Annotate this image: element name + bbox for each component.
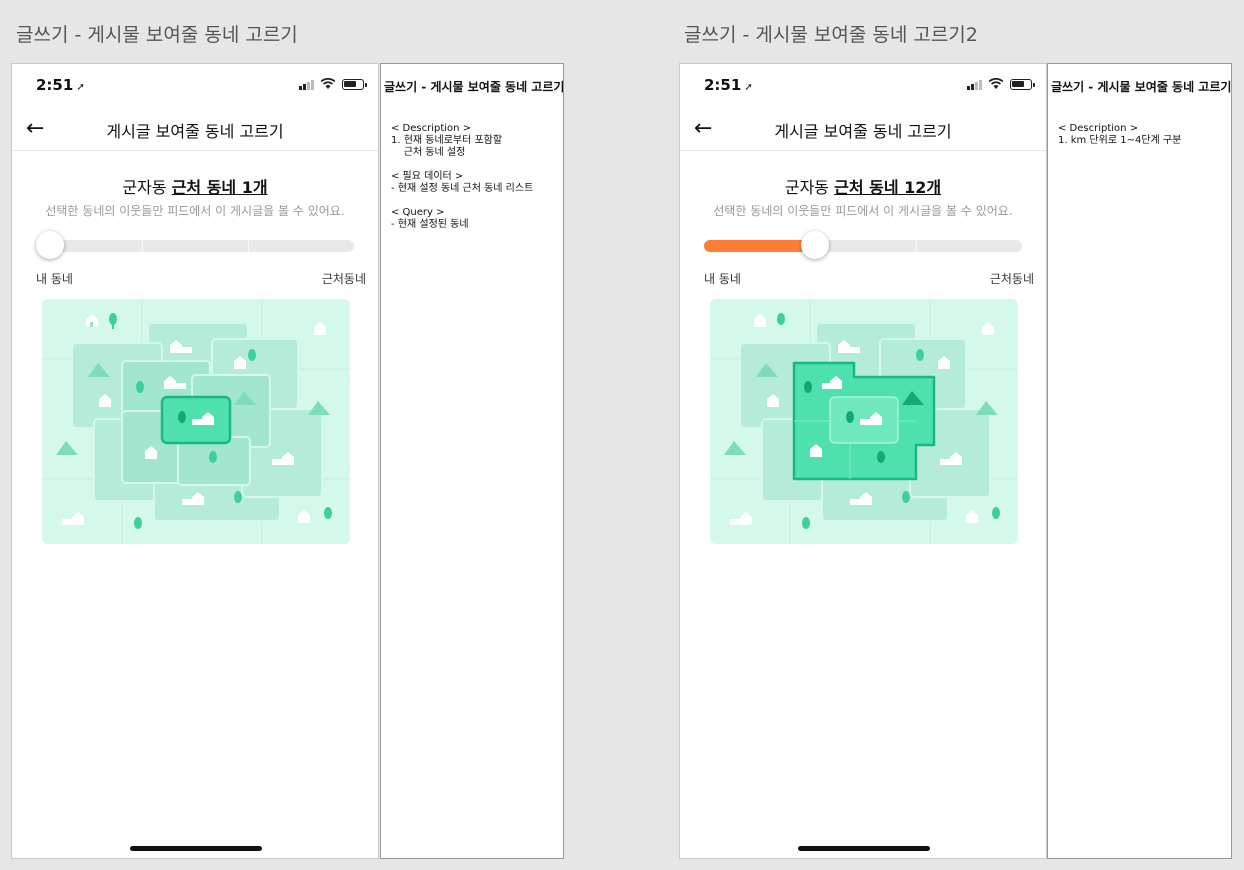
note-title: 글쓰기 - 게시물 보여줄 동네 고르기: [384, 80, 564, 94]
location-arrow-icon: ➚: [744, 82, 753, 93]
home-indicator: [798, 846, 930, 851]
status-bar: 2:51 ➚: [36, 76, 367, 98]
location-arrow-icon: ➚: [76, 82, 85, 93]
range-slider[interactable]: [704, 231, 1022, 259]
nav-bar: ← 게시글 보여줄 동네 고르기: [12, 110, 378, 151]
range-subtitle: 선택한 동네의 이웃들만 피드에서 이 게시글을 볼 수 있어요.: [713, 204, 1013, 218]
label-my-neighborhood: 내 동네: [704, 272, 741, 286]
battery-icon: [1010, 78, 1035, 90]
nav-title: 게시글 보여줄 동네 고르기: [774, 122, 952, 141]
slider-fill: [704, 240, 815, 252]
home-indicator: [130, 846, 262, 851]
signal-icon: [967, 79, 982, 90]
phone-screen: 2:51 ➚ ← 게시글 보여줄 동네 고르기 군자동 근처 동네 12개 선택한…: [679, 63, 1047, 859]
label-nearby: 근처동네: [989, 272, 1034, 286]
note-body: < Description > 1. km 단위로 1~4단계 구분: [1058, 123, 1182, 146]
label-nearby: 근처동네: [321, 272, 366, 286]
range-subtitle: 선택한 동네의 이웃들만 피드에서 이 게시글을 볼 수 있어요.: [45, 204, 345, 218]
note-body: < Description > 1. 현재 동네로부터 포함할 근처 동네 설정…: [391, 123, 534, 230]
frame-title: 글쓰기 - 게시물 보여줄 동네 고르기2: [684, 24, 978, 46]
slider-track[interactable]: [36, 240, 354, 252]
frame-title: 글쓰기 - 게시물 보여줄 동네 고르기: [16, 24, 298, 46]
nearby-count: 근처 동네 12개: [834, 178, 942, 197]
note-title: 글쓰기 - 게시물 보여줄 동네 고르기: [1051, 80, 1232, 94]
status-time: 2:51: [36, 76, 74, 94]
slider-handle[interactable]: [36, 231, 64, 259]
range-heading: 군자동 근처 동네 12개: [680, 174, 1046, 198]
label-my-neighborhood: 내 동네: [36, 272, 73, 286]
range-slider[interactable]: [36, 231, 354, 259]
spec-note: 글쓰기 - 게시물 보여줄 동네 고르기 < Description > 1. …: [1047, 63, 1232, 859]
neighborhood-map: [42, 299, 350, 544]
wifi-icon: [988, 78, 1004, 89]
nav-title: 게시글 보여줄 동네 고르기: [106, 122, 284, 141]
phone-screen: 2:51 ➚ ← 게시글 보여줄 동네 고르기 군자동 근처 동네 1개 선택한 …: [11, 63, 379, 859]
wifi-icon: [320, 78, 336, 89]
nav-bar: ← 게시글 보여줄 동네 고르기: [680, 110, 1046, 151]
neighborhood-map: [710, 299, 1018, 544]
battery-icon: [342, 78, 367, 90]
status-bar: 2:51 ➚: [704, 76, 1035, 98]
status-time: 2:51: [704, 76, 742, 94]
nearby-count: 근처 동네 1개: [171, 178, 268, 197]
range-heading: 군자동 근처 동네 1개: [12, 174, 378, 198]
slider-handle[interactable]: [801, 231, 829, 259]
current-neighborhood: 군자동: [784, 178, 830, 197]
current-neighborhood: 군자동: [122, 178, 167, 197]
signal-icon: [299, 79, 314, 90]
spec-note: 글쓰기 - 게시물 보여줄 동네 고르기 < Description > 1. …: [380, 63, 564, 859]
